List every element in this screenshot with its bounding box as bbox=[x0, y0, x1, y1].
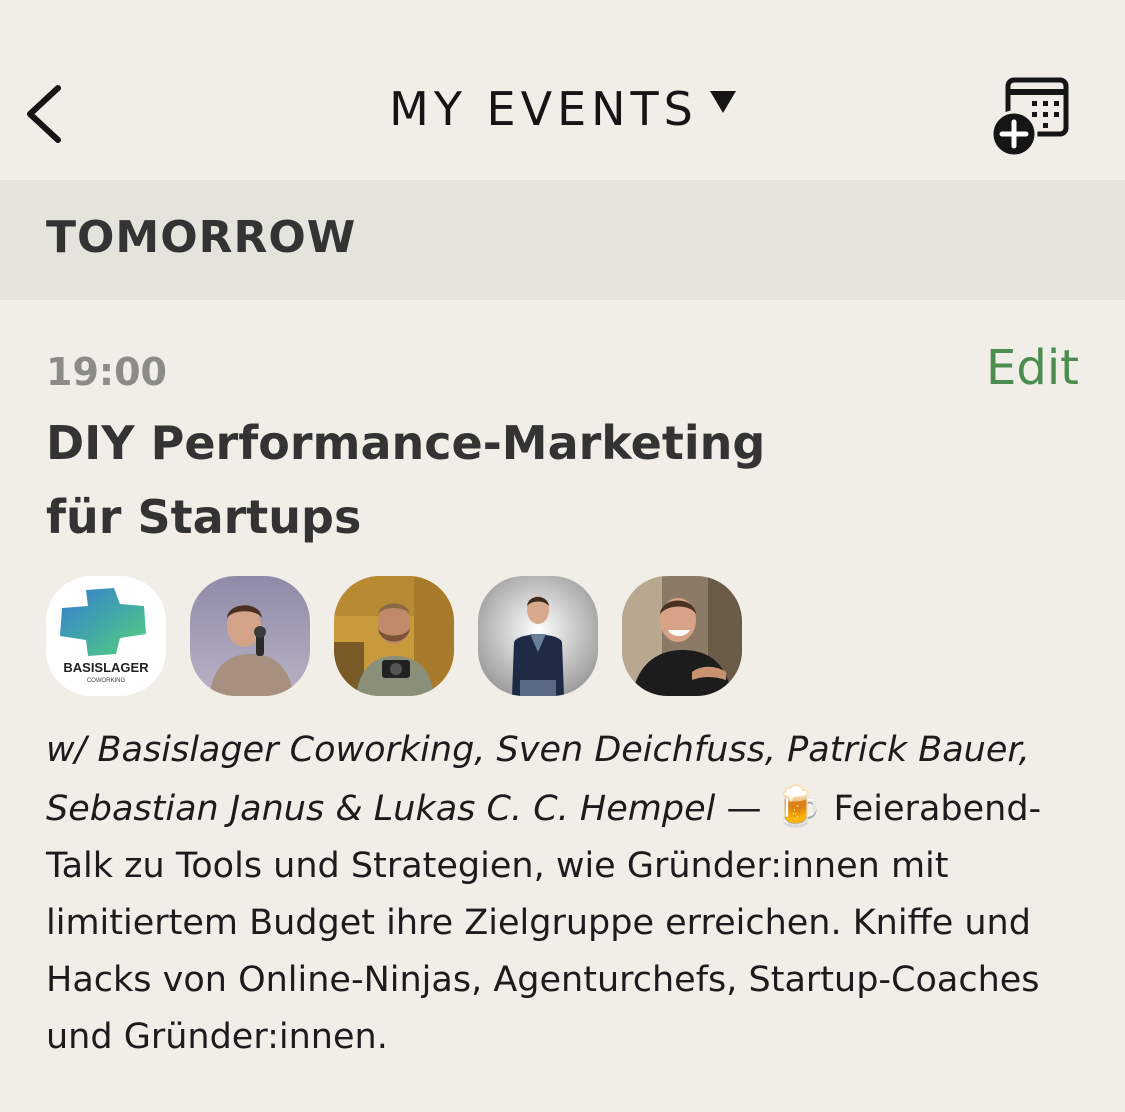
avatar-photo bbox=[190, 576, 310, 696]
avatar-patrick-bauer[interactable] bbox=[334, 576, 454, 696]
avatar-photo bbox=[622, 576, 742, 696]
separator-dash: — bbox=[715, 789, 773, 829]
event-description-text: Feierabend-Talk zu Tools und Strategien,… bbox=[46, 789, 1042, 1057]
avatar-sebastian-janus[interactable] bbox=[478, 576, 598, 696]
host-avatars: BASISLAGER COWORKING bbox=[46, 576, 742, 696]
page-title: MY EVENTS bbox=[389, 82, 698, 136]
avatar-lukas-hempel[interactable] bbox=[622, 576, 742, 696]
edit-button[interactable]: Edit bbox=[986, 340, 1079, 396]
event-title-line: für Startups bbox=[46, 490, 362, 544]
event-time: 19:00 bbox=[46, 350, 167, 394]
calendar-add-icon bbox=[990, 77, 1069, 158]
top-nav-bar: MY EVENTS bbox=[0, 0, 1125, 180]
basislager-logo-text: BASISLAGER bbox=[63, 660, 149, 675]
events-filter-dropdown[interactable]: MY EVENTS bbox=[0, 82, 1125, 136]
event-description: w/ Basislager Coworking, Sven Deichfuss,… bbox=[46, 722, 1086, 1066]
avatar-sven-deichfuss[interactable] bbox=[190, 576, 310, 696]
basislager-logo-subtext: COWORKING bbox=[87, 678, 126, 684]
basislager-logo: BASISLAGER COWORKING bbox=[46, 576, 166, 696]
add-to-calendar-button[interactable] bbox=[988, 74, 1074, 160]
avatar-photo bbox=[478, 576, 598, 696]
section-title: TOMORROW bbox=[46, 212, 357, 263]
avatar-basislager-coworking[interactable]: BASISLAGER COWORKING bbox=[46, 576, 166, 696]
event-title-line: DIY Performance-Marketing bbox=[46, 416, 766, 470]
beer-emoji-icon: 🍺 bbox=[772, 784, 823, 830]
event-title[interactable]: DIY Performance-Marketing für Startups bbox=[46, 406, 806, 554]
caret-down-icon bbox=[709, 91, 736, 113]
avatar-photo bbox=[334, 576, 454, 696]
